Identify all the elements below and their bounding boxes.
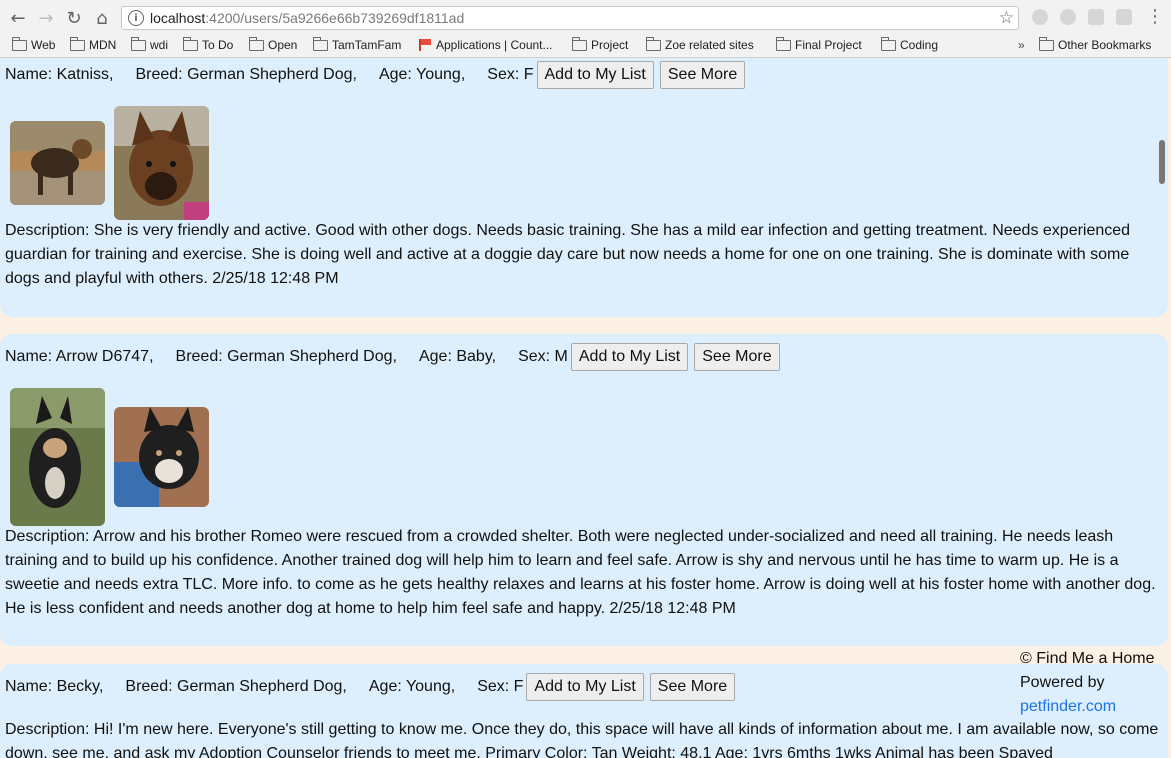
folder-icon (249, 36, 264, 51)
pet-card: Name: Katniss, Breed: German Shepherd Do… (0, 58, 1168, 317)
see-more-button[interactable]: See More (694, 343, 780, 371)
bookmarks-overflow-icon[interactable]: » (1018, 38, 1025, 52)
bookmark-label: MDN (89, 38, 117, 52)
extension-icon[interactable] (1032, 9, 1048, 25)
extension-icon[interactable] (1116, 9, 1132, 25)
browser-toolbar: ← → ↻ ⌂ i localhost:4200/users/5a9266e66… (0, 0, 1171, 35)
scrollbar-thumb[interactable] (1159, 140, 1165, 184)
bookmark-coding[interactable]: Coding (881, 36, 939, 52)
add-to-list-button[interactable]: Add to My List (526, 673, 644, 701)
info-icon[interactable]: i (128, 10, 144, 26)
bookmark-label: Coding (900, 38, 939, 52)
pet-info-row: Name: Becky, Breed: German Shepherd Dog,… (5, 673, 741, 701)
folder-icon (776, 36, 791, 51)
bookmark-label: Web (31, 38, 56, 52)
bookmark-label: Zoe related sites (665, 38, 754, 52)
menu-icon[interactable]: ⋮ (1146, 6, 1164, 27)
bookmark-mdn[interactable]: MDN (70, 36, 117, 52)
bookmark-tamtamfam[interactable]: TamTamFam (313, 36, 402, 52)
bookmark-todo[interactable]: To Do (183, 36, 234, 52)
bookmark-label: Final Project (795, 38, 862, 52)
pet-photo (10, 121, 105, 205)
pet-breed: Breed: German Shepherd Dog, (125, 678, 347, 695)
folder-icon (12, 36, 27, 51)
pet-description: Description: She is very friendly and ac… (5, 222, 1131, 287)
pet-breed: Breed: German Shepherd Dog, (135, 66, 357, 83)
pet-breed: Breed: German Shepherd Dog, (175, 348, 397, 365)
folder-icon (646, 36, 661, 51)
bookmark-other[interactable]: Other Bookmarks (1039, 36, 1152, 52)
pet-age: Age: Young, (378, 66, 466, 83)
bookmark-zoe[interactable]: Zoe related sites (646, 36, 754, 52)
bookmark-open[interactable]: Open (249, 36, 298, 52)
bookmark-wdi[interactable]: wdi (131, 36, 169, 52)
pet-info-row: Name: Katniss, Breed: German Shepherd Do… (5, 61, 751, 89)
bookmark-applications[interactable]: Applications | Count... (418, 38, 553, 52)
bookmark-final-project[interactable]: Final Project (776, 36, 862, 52)
pet-photo (114, 407, 209, 507)
pet-name: Name: Katniss, (5, 66, 114, 83)
pet-photo (114, 106, 209, 220)
pet-name: Name: Arrow D6747, (5, 348, 154, 365)
folder-icon (313, 36, 328, 51)
forward-icon[interactable]: → (34, 6, 58, 30)
bookmark-label: Open (268, 38, 298, 52)
reload-icon[interactable]: ↻ (62, 6, 86, 30)
pet-info-row: Name: Arrow D6747, Breed: German Shepher… (5, 343, 786, 371)
bookmark-web[interactable]: Web (12, 36, 56, 52)
bookmark-label: Applications | Count... (436, 38, 553, 52)
pet-sex: Sex: M (518, 348, 568, 365)
footer-copyright: © Find Me a Home (1020, 650, 1155, 667)
pet-age: Age: Baby, (418, 348, 497, 365)
pet-card: Name: Arrow D6747, Breed: German Shepher… (0, 334, 1168, 646)
bookmark-label: Project (591, 38, 629, 52)
pet-age: Age: Young, (368, 678, 456, 695)
petfinder-link[interactable]: petfinder.com (1020, 698, 1116, 715)
folder-icon (70, 36, 85, 51)
folder-icon (881, 36, 896, 51)
flag-icon (418, 39, 432, 51)
bookmark-label: wdi (150, 38, 169, 52)
folder-icon (183, 36, 198, 51)
folder-icon (131, 36, 146, 51)
url-host: localhost (150, 10, 206, 26)
pet-sex: Sex: F (477, 678, 524, 695)
bookmark-project[interactable]: Project (572, 36, 629, 52)
back-icon[interactable]: ← (6, 6, 30, 30)
bookmark-label: TamTamFam (332, 38, 402, 52)
folder-icon (1039, 36, 1054, 51)
home-icon[interactable]: ⌂ (90, 6, 114, 30)
pet-sex: Sex: F (487, 66, 534, 83)
extension-icon[interactable] (1060, 9, 1076, 25)
footer: © Find Me a Home Powered by petfinder.co… (1020, 647, 1155, 719)
add-to-list-button[interactable]: Add to My List (570, 343, 689, 371)
bookmark-star-icon[interactable]: ☆ (999, 8, 1014, 28)
folder-icon (572, 36, 587, 51)
pet-card: Name: Becky, Breed: German Shepherd Dog,… (0, 664, 1168, 758)
url-path: :4200/users/5a9266e66b739269df1811ad (205, 10, 465, 26)
add-to-list-button[interactable]: Add to My List (536, 61, 654, 89)
footer-powered-by: Powered by (1020, 674, 1105, 691)
extension-icon[interactable] (1088, 9, 1104, 25)
pet-description: Description: Arrow and his brother Romeo… (5, 528, 1156, 617)
url-text[interactable]: localhost:4200/users/5a9266e66b739269df1… (150, 10, 464, 26)
page-content: Name: Katniss, Breed: German Shepherd Do… (0, 58, 1171, 758)
see-more-button[interactable]: See More (659, 61, 746, 89)
see-more-button[interactable]: See More (649, 673, 736, 701)
bookmarks-bar: Web MDN wdi To Do Open TamTamFam Applica… (0, 35, 1171, 58)
pet-name: Name: Becky, (5, 678, 104, 695)
bookmark-label: To Do (202, 38, 234, 52)
pet-photo (10, 388, 105, 526)
address-bar[interactable]: i localhost:4200/users/5a9266e66b739269d… (121, 6, 1019, 30)
bookmark-label: Other Bookmarks (1058, 38, 1152, 52)
pet-description: Description: Hi! I'm new here. Everyone'… (5, 721, 1159, 758)
